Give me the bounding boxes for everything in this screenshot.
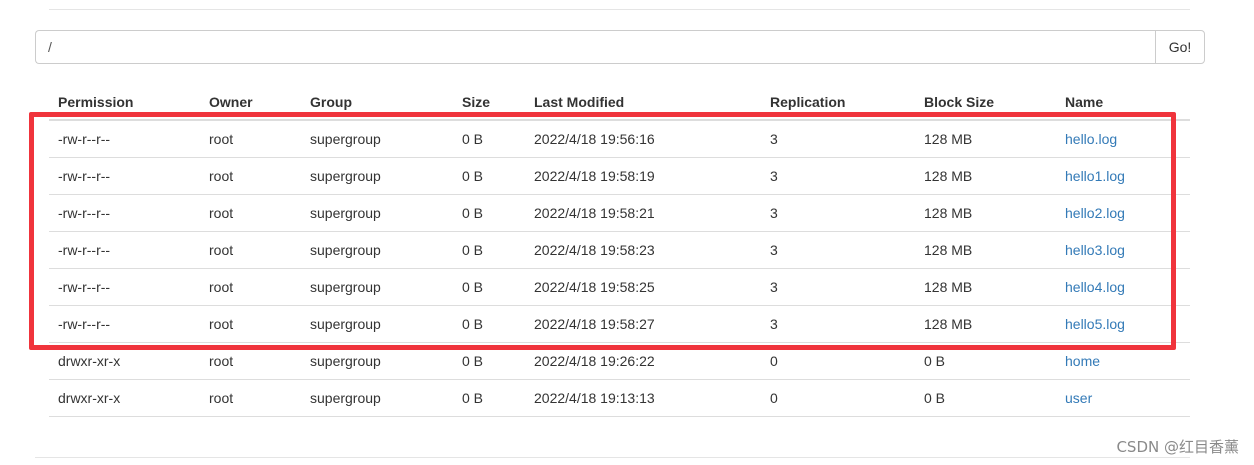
cell-owner: root — [200, 342, 301, 380]
cell-size: 0 B — [453, 157, 525, 195]
cell-group: supergroup — [301, 305, 453, 343]
file-link[interactable]: hello5.log — [1065, 316, 1125, 332]
cell-group: supergroup — [301, 379, 453, 417]
header-group[interactable]: Group — [301, 84, 453, 121]
file-link[interactable]: hello4.log — [1065, 279, 1125, 295]
cell-replication: 3 — [761, 231, 915, 269]
cell-name: hello.log — [1056, 120, 1190, 158]
cell-block-size: 128 MB — [915, 231, 1056, 269]
cell-block-size: 128 MB — [915, 268, 1056, 306]
file-table: Permission Owner Group Size Last Modifie… — [49, 84, 1190, 417]
go-button[interactable]: Go! — [1155, 30, 1205, 64]
cell-size: 0 B — [453, 268, 525, 306]
file-link[interactable]: hello.log — [1065, 131, 1117, 147]
table-row: -rw-r--r-- root supergroup 0 B 2022/4/18… — [49, 268, 1190, 306]
cell-owner: root — [200, 120, 301, 158]
file-link[interactable]: hello2.log — [1065, 205, 1125, 221]
cell-group: supergroup — [301, 157, 453, 195]
cell-permission: -rw-r--r-- — [49, 305, 200, 343]
directory-link[interactable]: user — [1065, 390, 1092, 406]
cell-replication: 0 — [761, 342, 915, 380]
table-row: -rw-r--r-- root supergroup 0 B 2022/4/18… — [49, 157, 1190, 195]
cell-size: 0 B — [453, 305, 525, 343]
cell-size: 0 B — [453, 342, 525, 380]
cell-size: 0 B — [453, 379, 525, 417]
cell-group: supergroup — [301, 120, 453, 158]
cell-name: hello4.log — [1056, 268, 1190, 306]
cell-block-size: 128 MB — [915, 305, 1056, 343]
cell-group: supergroup — [301, 268, 453, 306]
table-row: drwxr-xr-x root supergroup 0 B 2022/4/18… — [49, 379, 1190, 417]
cell-name: hello1.log — [1056, 157, 1190, 195]
cell-last-modified: 2022/4/18 19:56:16 — [525, 120, 761, 158]
cell-last-modified: 2022/4/18 19:58:23 — [525, 231, 761, 269]
table-row: -rw-r--r-- root supergroup 0 B 2022/4/18… — [49, 231, 1190, 269]
top-divider — [49, 9, 1190, 10]
header-replication[interactable]: Replication — [761, 84, 915, 121]
cell-group: supergroup — [301, 194, 453, 232]
cell-last-modified: 2022/4/18 19:58:21 — [525, 194, 761, 232]
table-row: -rw-r--r-- root supergroup 0 B 2022/4/18… — [49, 120, 1190, 158]
cell-replication: 3 — [761, 194, 915, 232]
cell-owner: root — [200, 157, 301, 195]
table-row: -rw-r--r-- root supergroup 0 B 2022/4/18… — [49, 305, 1190, 343]
cell-replication: 3 — [761, 268, 915, 306]
cell-group: supergroup — [301, 342, 453, 380]
table-row: drwxr-xr-x root supergroup 0 B 2022/4/18… — [49, 342, 1190, 380]
header-owner[interactable]: Owner — [200, 84, 301, 121]
cell-owner: root — [200, 268, 301, 306]
cell-replication: 3 — [761, 120, 915, 158]
bottom-divider — [35, 457, 1190, 458]
table-header-row: Permission Owner Group Size Last Modifie… — [49, 84, 1190, 121]
cell-last-modified: 2022/4/18 19:13:13 — [525, 379, 761, 417]
cell-name: hello5.log — [1056, 305, 1190, 343]
header-last-modified[interactable]: Last Modified — [525, 84, 761, 121]
cell-name: home — [1056, 342, 1190, 380]
cell-last-modified: 2022/4/18 19:58:25 — [525, 268, 761, 306]
file-link[interactable]: hello3.log — [1065, 242, 1125, 258]
cell-size: 0 B — [453, 194, 525, 232]
cell-owner: root — [200, 379, 301, 417]
cell-owner: root — [200, 231, 301, 269]
csdn-watermark: CSDN @红目香薰 — [1116, 438, 1239, 456]
cell-permission: drwxr-xr-x — [49, 342, 200, 380]
cell-group: supergroup — [301, 231, 453, 269]
header-permission[interactable]: Permission — [49, 84, 200, 121]
cell-block-size: 0 B — [915, 342, 1056, 380]
cell-permission: -rw-r--r-- — [49, 231, 200, 269]
cell-name: hello3.log — [1056, 231, 1190, 269]
cell-size: 0 B — [453, 120, 525, 158]
path-input[interactable] — [35, 30, 1155, 64]
path-bar: Go! — [35, 30, 1205, 64]
cell-last-modified: 2022/4/18 19:26:22 — [525, 342, 761, 380]
cell-permission: drwxr-xr-x — [49, 379, 200, 417]
hdfs-browser-page: Go! Permission Owner Group Size Last Mod… — [0, 0, 1254, 465]
cell-permission: -rw-r--r-- — [49, 194, 200, 232]
cell-owner: root — [200, 194, 301, 232]
cell-size: 0 B — [453, 231, 525, 269]
header-name[interactable]: Name — [1056, 84, 1190, 121]
cell-replication: 3 — [761, 305, 915, 343]
table-row: -rw-r--r-- root supergroup 0 B 2022/4/18… — [49, 194, 1190, 232]
cell-last-modified: 2022/4/18 19:58:19 — [525, 157, 761, 195]
cell-block-size: 128 MB — [915, 157, 1056, 195]
cell-name: hello2.log — [1056, 194, 1190, 232]
cell-block-size: 128 MB — [915, 194, 1056, 232]
header-size[interactable]: Size — [453, 84, 525, 121]
header-block-size[interactable]: Block Size — [915, 84, 1056, 121]
cell-permission: -rw-r--r-- — [49, 157, 200, 195]
cell-name: user — [1056, 379, 1190, 417]
cell-owner: root — [200, 305, 301, 343]
cell-block-size: 0 B — [915, 379, 1056, 417]
cell-permission: -rw-r--r-- — [49, 120, 200, 158]
cell-block-size: 128 MB — [915, 120, 1056, 158]
cell-last-modified: 2022/4/18 19:58:27 — [525, 305, 761, 343]
cell-replication: 3 — [761, 157, 915, 195]
cell-permission: -rw-r--r-- — [49, 268, 200, 306]
cell-replication: 0 — [761, 379, 915, 417]
directory-link[interactable]: home — [1065, 353, 1100, 369]
file-link[interactable]: hello1.log — [1065, 168, 1125, 184]
